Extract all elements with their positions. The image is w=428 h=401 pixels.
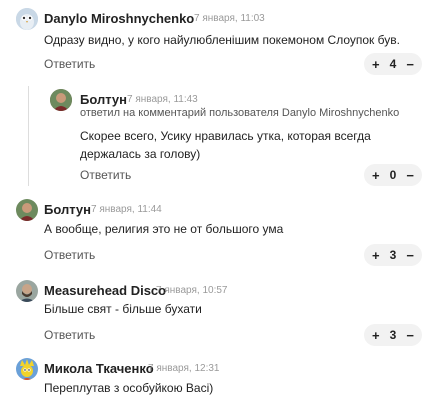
downvote-button[interactable]: − <box>406 57 414 72</box>
upvote-button[interactable]: + <box>372 57 380 72</box>
vote-widget: + 0 − <box>364 164 422 186</box>
comment-author[interactable]: Measurehead Disco <box>44 283 166 298</box>
comment-text: Переплутав з особуйкою Васі) <box>44 381 214 395</box>
upvote-button[interactable]: + <box>372 248 380 263</box>
owl-avatar-icon[interactable] <box>16 8 38 30</box>
comment-text: Одразу видно, у кого найулюбленішим поке… <box>44 33 400 47</box>
comment-date: 7 января, 11:43 <box>127 94 198 105</box>
comment-date: 7 января, 10:57 <box>156 285 228 296</box>
comment-author[interactable]: Danylo Miroshnychenko <box>44 11 194 26</box>
vote-count: 3 <box>389 248 397 262</box>
vote-count: 4 <box>389 57 397 71</box>
comment-author[interactable]: Болтун <box>80 92 127 107</box>
simpson-avatar-icon[interactable] <box>16 358 38 380</box>
man-avatar-icon[interactable] <box>50 89 72 111</box>
reply-button[interactable]: Ответить <box>44 248 95 262</box>
vote-count: 3 <box>389 328 397 342</box>
vote-widget: + 3 − <box>364 324 422 346</box>
comment-date: 7 января, 11:44 <box>91 204 162 215</box>
vote-count: 0 <box>389 168 397 182</box>
comment-author[interactable]: Болтун <box>44 202 91 217</box>
comment-text: А вообще, религия это не от большого ума <box>44 222 284 236</box>
thread-line <box>28 86 29 186</box>
comment-author[interactable]: Микола Ткаченко <box>44 361 154 376</box>
comment-date: 7 января, 11:03 <box>194 13 265 24</box>
reply-to-note: ответил на комментарий пользователя Dany… <box>80 107 400 119</box>
comment-date: 7 января, 12:31 <box>148 363 220 374</box>
vote-widget: + 4 − <box>364 53 422 75</box>
reply-button[interactable]: Ответить <box>44 328 95 342</box>
upvote-button[interactable]: + <box>372 328 380 343</box>
vote-widget: + 3 − <box>364 244 422 266</box>
upvote-button[interactable]: + <box>372 168 380 183</box>
downvote-button[interactable]: − <box>406 328 414 343</box>
bearded-man-avatar-icon[interactable] <box>16 280 38 302</box>
reply-button[interactable]: Ответить <box>44 57 95 71</box>
downvote-button[interactable]: − <box>406 248 414 263</box>
man-avatar-icon[interactable] <box>16 199 38 221</box>
downvote-button[interactable]: − <box>406 168 414 183</box>
reply-button[interactable]: Ответить <box>80 168 131 182</box>
comment-text: Більше свят - більше бухати <box>44 302 202 316</box>
comment-text: Скорее всего, Усику нравилась утка, кото… <box>80 129 371 161</box>
